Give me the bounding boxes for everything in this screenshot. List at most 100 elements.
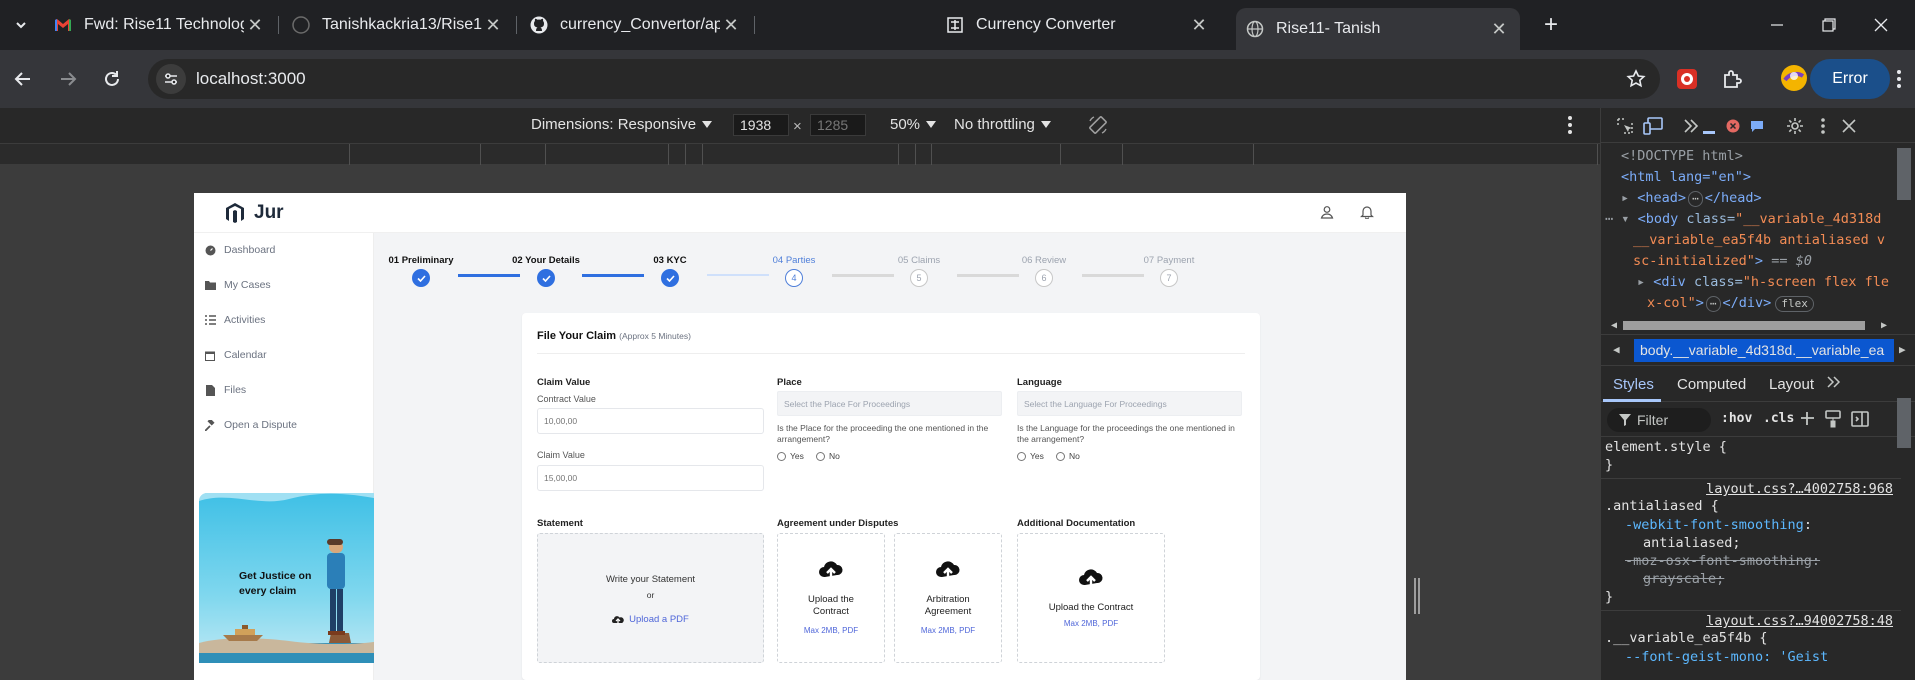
bookmark-star-icon[interactable] — [1626, 69, 1646, 89]
tab-styles[interactable]: Styles — [1613, 376, 1654, 393]
profile-error-button[interactable]: Error — [1810, 59, 1890, 99]
reload-button[interactable] — [98, 65, 126, 93]
rule-selector[interactable]: .antialiased { — [1605, 497, 1719, 515]
tab-layout[interactable]: Layout — [1769, 376, 1814, 393]
back-button[interactable] — [9, 65, 37, 93]
styles-pane[interactable]: element.style { } layout.css?…4002758:96… — [1601, 438, 1901, 680]
close-tab-icon[interactable]: ✕ — [244, 14, 266, 36]
element-style-rule[interactable]: element.style { — [1605, 438, 1727, 456]
upload-contract-box[interactable]: Upload the Contract Max 2MB, PDF — [777, 533, 885, 663]
breadcrumb-left-icon[interactable]: ◀ — [1613, 343, 1620, 356]
tab-search-button[interactable] — [8, 12, 34, 38]
scroll-right-icon[interactable]: ▶ — [1881, 320, 1887, 331]
sidebar-item-activities[interactable]: Activities — [204, 314, 265, 326]
elements-horizontal-scrollbar[interactable]: ◀ ▶ — [1611, 318, 1893, 332]
paint-brush-icon[interactable] — [1825, 410, 1841, 428]
step-claims[interactable]: 05 Claims 5 — [864, 255, 974, 287]
dom-doctype[interactable]: <!DOCTYPE html> — [1621, 146, 1743, 167]
sidebar-item-open-dispute[interactable]: Open a Dispute — [204, 419, 297, 431]
device-toolbar-more-button[interactable] — [1568, 116, 1572, 134]
step-payment[interactable]: 07 Payment 7 — [1114, 255, 1224, 287]
claim-value-input[interactable] — [537, 465, 764, 491]
scroll-left-icon[interactable]: ◀ — [1611, 320, 1617, 331]
tab-github-rise11[interactable]: Tanishkackria13/Rise11-Tanish ✕ — [282, 8, 514, 42]
more-tabs-icon[interactable] — [1681, 116, 1701, 136]
step-your-details[interactable]: 02 Your Details — [491, 255, 601, 287]
settings-gear-icon[interactable] — [1785, 116, 1805, 136]
language-yes-radio[interactable]: Yes — [1017, 451, 1044, 461]
width-input[interactable] — [733, 114, 789, 136]
statement-box[interactable]: Write your Statement or Upload a PDF — [537, 533, 764, 663]
dom-body-node[interactable]: ⋯ ▾ <body class="__variable_4d318d — [1605, 209, 1881, 230]
overridden-property[interactable]: -moz-osx-font-smoothing: — [1625, 552, 1820, 570]
step-kyc[interactable]: 03 KYC — [615, 255, 725, 287]
rotate-button[interactable] — [1088, 115, 1108, 135]
hov-toggle[interactable]: :hov — [1721, 411, 1752, 426]
extensions-puzzle-icon[interactable] — [1718, 65, 1746, 93]
breadcrumb-right-icon[interactable]: ▶ — [1899, 343, 1906, 356]
tab-currency-converter[interactable]: Currency Converter ✕ — [936, 8, 1220, 42]
user-icon[interactable] — [1320, 205, 1336, 221]
dom-head-node[interactable]: ▸ <head> ⋯ </head> — [1621, 188, 1762, 209]
close-window-button[interactable] — [1857, 0, 1905, 50]
close-tab-icon[interactable]: ✕ — [1188, 14, 1210, 36]
place-no-radio[interactable]: No — [816, 451, 840, 461]
breadcrumb-selected[interactable]: body.__variable_4d318d.__variable_ea — [1634, 339, 1894, 362]
rule-property[interactable]: --font-geist-mono: 'Geist — [1625, 648, 1828, 666]
app-logo[interactable]: Jur — [224, 202, 284, 224]
message-icon[interactable] — [1747, 116, 1767, 136]
language-select[interactable]: Select the Language For Proceedings — [1017, 391, 1242, 416]
scroll-thumb[interactable] — [1623, 321, 1865, 330]
media-query-ruler[interactable] — [0, 143, 1600, 165]
upload-arbitration-box[interactable]: Arbitration Agreement Max 2MB, PDF — [894, 533, 1002, 663]
rule-selector[interactable]: .__variable_ea5f4b { — [1605, 629, 1768, 647]
rule-property[interactable]: -webkit-font-smoothing: — [1625, 516, 1812, 534]
forward-button[interactable] — [54, 65, 82, 93]
step-parties[interactable]: 04 Parties 4 — [739, 255, 849, 287]
profile-icon[interactable] — [1780, 64, 1808, 92]
height-input[interactable] — [810, 114, 866, 136]
dom-html-tag[interactable]: <html lang="en"> — [1621, 167, 1751, 188]
minimize-button[interactable] — [1753, 0, 1801, 50]
styles-scrollbar[interactable] — [1897, 398, 1911, 448]
more-tabs-icon[interactable] — [1827, 376, 1841, 388]
dimensions-dropdown[interactable]: Dimensions: Responsive — [531, 116, 713, 133]
extension-icon[interactable] — [1673, 65, 1701, 93]
upload-pdf-link[interactable]: Upload a PDF — [538, 614, 763, 625]
tab-gmail[interactable]: Fwd: Rise11 Technologies - Rise11 ✕ — [44, 8, 276, 42]
address-bar[interactable]: localhost:3000 — [148, 59, 1660, 99]
new-rule-icon[interactable] — [1799, 410, 1817, 428]
stylesheet-link[interactable]: layout.css?…4002758:968 — [1706, 480, 1893, 498]
place-yes-radio[interactable]: Yes — [777, 451, 804, 461]
sidebar-item-files[interactable]: Files — [204, 384, 246, 396]
close-tab-icon[interactable]: ✕ — [482, 14, 504, 36]
viewport-resize-handle[interactable] — [1414, 578, 1420, 614]
close-tab-icon[interactable]: ✕ — [1488, 18, 1510, 40]
tab-rise11-tanish[interactable]: Rise11- Tanish ✕ — [1236, 8, 1520, 50]
zoom-dropdown[interactable]: 50% — [890, 116, 937, 133]
restore-button[interactable] — [1805, 0, 1853, 50]
browser-menu-button[interactable] — [1889, 65, 1909, 93]
place-select[interactable]: Select the Place For Proceedings — [777, 391, 1002, 416]
error-count-icon[interactable] — [1723, 116, 1743, 136]
devtools-kebab-icon[interactable] — [1813, 116, 1833, 136]
inspect-element-icon[interactable] — [1615, 116, 1635, 136]
site-info-icon[interactable] — [156, 64, 186, 94]
elements-scrollbar[interactable] — [1897, 148, 1911, 200]
sidebar-item-my-cases[interactable]: My Cases — [204, 279, 271, 291]
step-review[interactable]: 06 Review 6 — [989, 255, 1099, 287]
sidebar-item-dashboard[interactable]: Dashboard — [204, 244, 275, 256]
dom-div-node[interactable]: ▸ <div class="h-screen flex fle — [1637, 272, 1889, 293]
tab-github-currency[interactable]: currency_Convertor/app.js at main ✕ — [520, 8, 752, 42]
styles-filter-input[interactable]: Filter — [1607, 408, 1711, 432]
elements-tree[interactable]: <!DOCTYPE html> <html lang="en"> ▸ <head… — [1601, 144, 1901, 314]
cls-toggle[interactable]: .cls — [1763, 411, 1794, 426]
contract-value-input[interactable] — [537, 408, 764, 434]
new-tab-button[interactable]: + — [1538, 11, 1564, 38]
language-no-radio[interactable]: No — [1056, 451, 1080, 461]
step-preliminary[interactable]: 01 Preliminary — [366, 255, 476, 287]
flex-badge[interactable]: flex — [1775, 296, 1814, 312]
sidebar-item-calendar[interactable]: Calendar — [204, 349, 267, 361]
close-devtools-icon[interactable] — [1839, 116, 1859, 136]
close-tab-icon[interactable]: ✕ — [720, 14, 742, 36]
